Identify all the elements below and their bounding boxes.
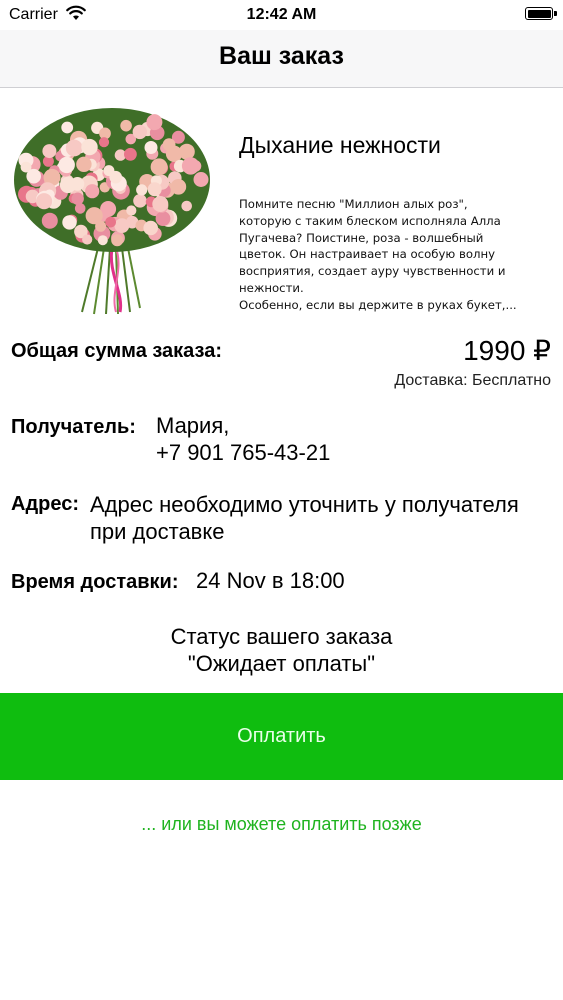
recipient-name: Мария, — [156, 413, 230, 438]
rose-blossom — [105, 216, 116, 228]
battery-tip — [554, 11, 557, 16]
order-status-caption: Статус вашего заказа — [170, 624, 393, 649]
rose-blossom — [97, 235, 108, 246]
rose-blossom — [114, 218, 130, 233]
rose-blossom — [146, 114, 163, 131]
description-line: которую с таким блеском исполняла Алла — [239, 213, 501, 228]
rose-blossom — [120, 119, 132, 132]
total-label: Общая сумма заказа: — [11, 340, 223, 362]
delivery-info: Доставка: Бесплатно — [394, 372, 551, 389]
recipient-phone: +7 901 765-43-21 — [156, 440, 331, 465]
pay-later-link[interactable]: ... или вы можете оплатить позже — [0, 814, 563, 835]
rose-blossom — [181, 200, 192, 212]
total-value: 1990 ₽ — [463, 335, 551, 366]
address-value: Адрес необходимо уточнить у получателя п… — [90, 492, 519, 544]
rose-blossom — [170, 179, 187, 195]
status-bar: Carrier 12:42 AM — [0, 0, 563, 30]
product-name: Дыхание нежности — [239, 132, 441, 158]
rose-blossom — [126, 205, 137, 216]
rose-blossom — [59, 176, 77, 194]
rose-blossom — [155, 211, 171, 226]
rose-blossom — [41, 212, 58, 229]
recipient-label: Получатель: — [11, 416, 136, 438]
description-line: восприятия, создает ауру чувственности и — [239, 264, 506, 279]
description-line: нежности. — [239, 280, 304, 295]
description-line: Помните песню "Миллион алых роз", — [239, 197, 468, 211]
rose-blossom — [85, 207, 103, 225]
rose-blossom — [81, 138, 98, 156]
rose-blossom — [152, 196, 169, 212]
rose-blossom — [189, 160, 202, 172]
description-line: Пугачева? Поистине, роза - волшебный — [239, 230, 484, 245]
rose-blossom — [36, 193, 53, 210]
rose-blossom — [58, 156, 75, 174]
description-line: Особенно, если вы держите в руках букет,… — [239, 297, 517, 312]
delivery-time-value: 24 Nov в 18:00 — [196, 568, 345, 593]
rose-blossom — [132, 124, 147, 140]
battery-icon — [525, 7, 553, 20]
flower-bouquet-image — [14, 108, 210, 315]
rose-blossom — [82, 234, 93, 245]
page-title: Ваш заказ — [219, 42, 344, 70]
navigation-bar: Ваш заказ — [0, 30, 563, 88]
description-line: цветок. Он настраивает на особую волну — [239, 247, 496, 262]
rose-blossom — [143, 220, 158, 236]
order-status-value: "Ожидает оплаты" — [187, 651, 376, 676]
rose-blossom — [85, 184, 100, 199]
rose-blossom — [133, 194, 147, 208]
rose-blossom — [193, 172, 209, 187]
rose-blossom — [147, 182, 162, 197]
rose-blossom — [65, 139, 83, 157]
rose-blossom — [162, 138, 176, 152]
rose-blossom — [71, 192, 84, 205]
rose-blossom — [26, 168, 41, 184]
address-label: Адрес: — [11, 493, 79, 515]
rose-blossom — [144, 141, 158, 154]
rose-blossom — [62, 215, 77, 230]
rose-blossom — [76, 156, 92, 172]
delivery-time-label: Время доставки: — [11, 571, 179, 593]
rose-blossom — [61, 121, 74, 134]
rose-blossom — [42, 144, 57, 159]
rose-blossom — [150, 158, 168, 176]
rose-blossom — [98, 137, 110, 148]
rose-blossom — [109, 170, 122, 184]
rose-blossom — [136, 184, 148, 196]
rose-blossom — [124, 147, 137, 161]
pay-button[interactable]: Оплатить — [0, 693, 563, 780]
rose-blossom — [111, 234, 124, 247]
product-description: Помните песню "Миллион алых роз", котору… — [239, 196, 557, 314]
clock: 12:42 AM — [246, 6, 317, 23]
